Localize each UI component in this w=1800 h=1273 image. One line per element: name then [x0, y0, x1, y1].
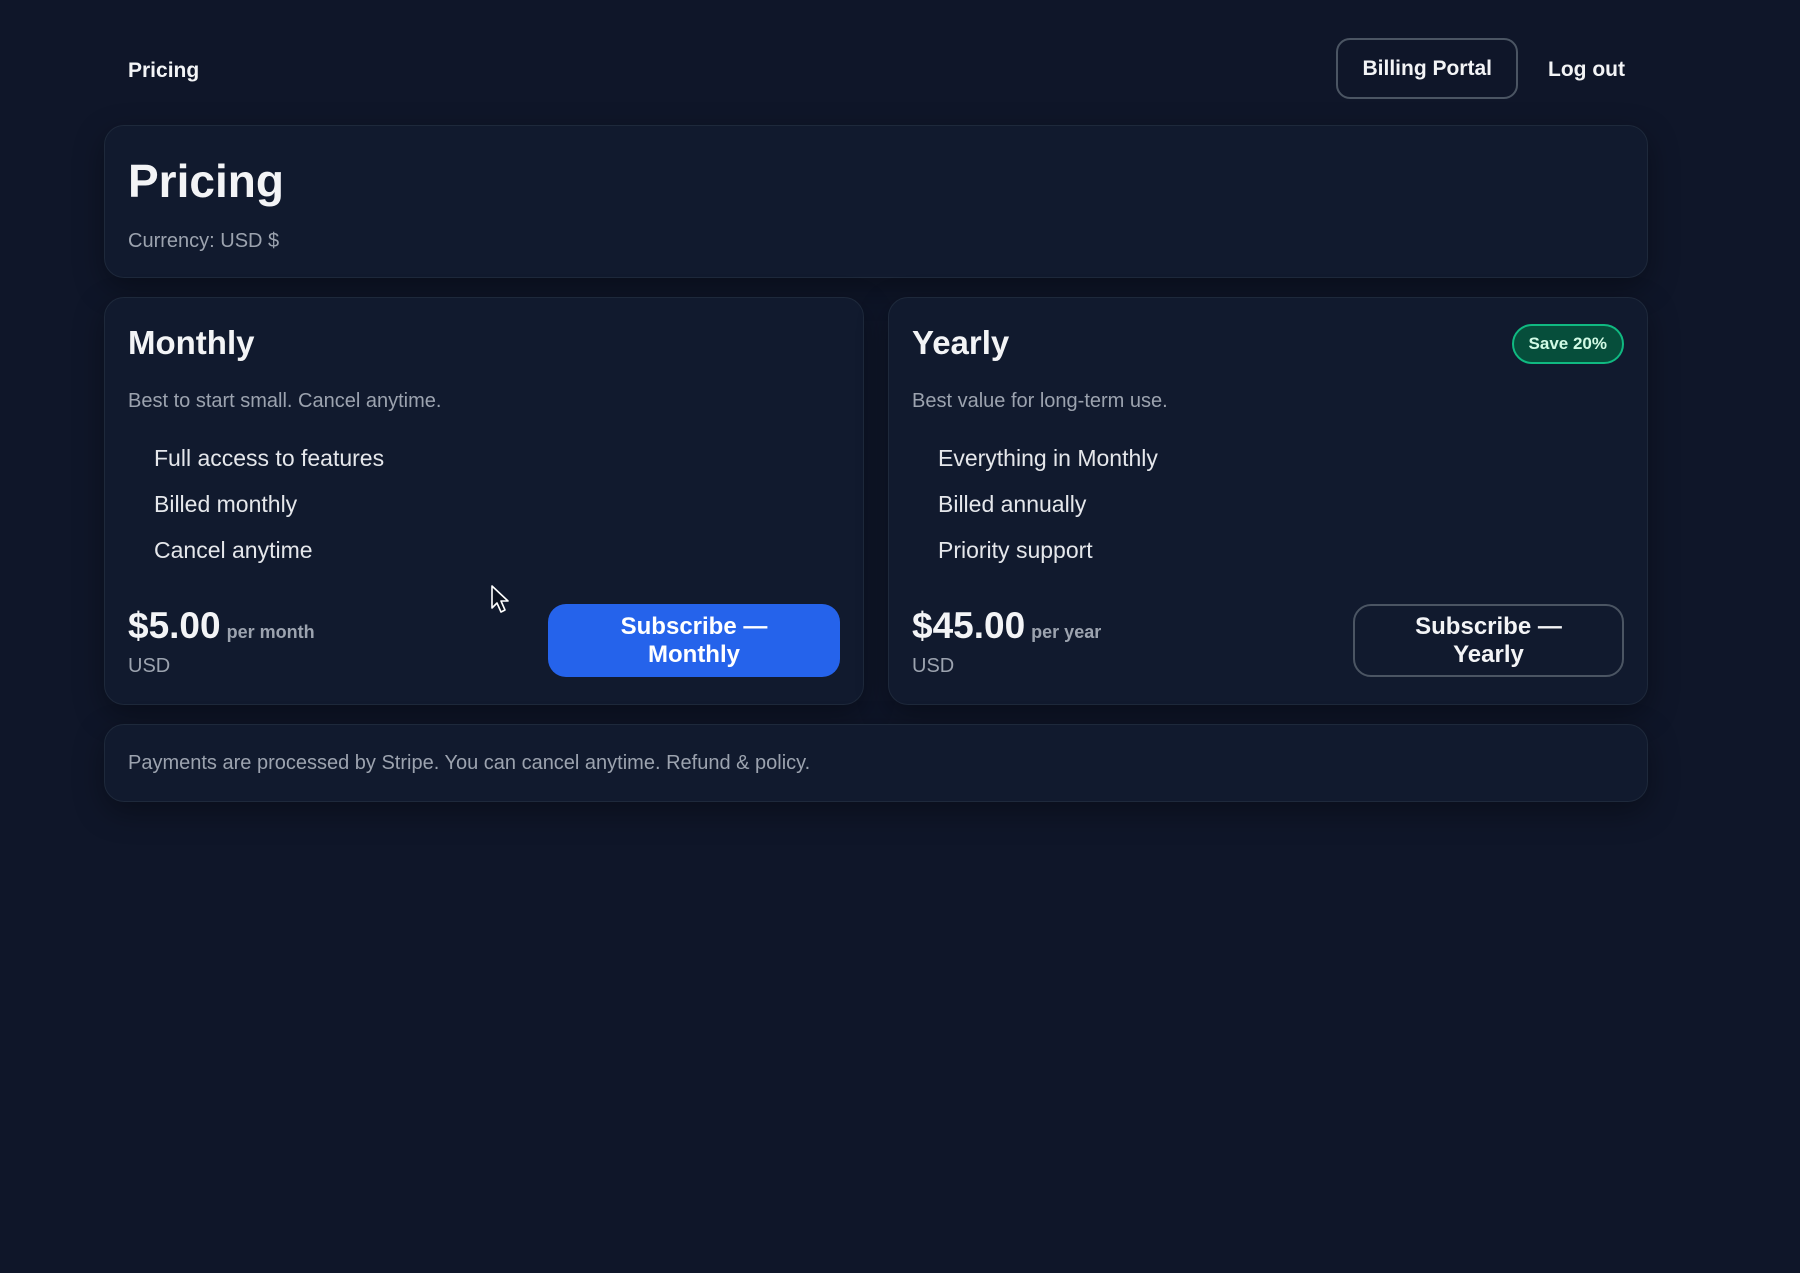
plan-card-monthly: Monthly Best to start small. Cancel anyt… [104, 297, 864, 705]
subscribe-monthly-button[interactable]: Subscribe — Monthly [548, 604, 840, 677]
price-amount: $5.00 [128, 605, 221, 646]
feature-item: Cancel anytime [154, 537, 313, 563]
logout-link[interactable]: Log out [1548, 38, 1625, 102]
pricing-page: Pricing Billing Portal Log out Pricing C… [0, 0, 1800, 1273]
feature-item: Everything in Monthly [938, 445, 1158, 471]
price-currency: USD [128, 655, 171, 677]
billing-portal-button[interactable]: Billing Portal [1336, 38, 1518, 99]
plan-name: Monthly [128, 324, 255, 361]
price-period: per year [1031, 622, 1102, 642]
top-nav: Pricing Billing Portal Log out [128, 38, 1625, 102]
footer-note-card: Payments are processed by Stripe. You ca… [104, 724, 1648, 802]
feature-item: Billed annually [938, 491, 1087, 517]
nav-brand[interactable]: Pricing [128, 59, 199, 83]
price-currency: USD [912, 655, 955, 677]
save-badge: Save 20% [1511, 324, 1624, 364]
plan-card-yearly: Yearly Save 20% Best value for long-term… [888, 297, 1648, 705]
feature-list: Everything in Monthly Billed annually Pr… [938, 444, 1158, 582]
feature-item: Billed monthly [154, 491, 298, 517]
feature-item: Priority support [938, 537, 1093, 563]
mouse-pointer-icon [491, 585, 509, 613]
feature-item: Full access to features [154, 445, 385, 471]
footer-note: Payments are processed by Stripe. You ca… [128, 752, 811, 774]
currency-label: Currency: USD $ [128, 230, 280, 252]
feature-list: Full access to features Billed monthly C… [154, 444, 384, 582]
price-block: $5.00 per month [128, 605, 315, 647]
page-title: Pricing [128, 155, 284, 207]
subscribe-yearly-button[interactable]: Subscribe — Yearly [1353, 604, 1624, 677]
pricing-header-card: Pricing Currency: USD $ [104, 125, 1648, 278]
price-block: $45.00 per year [912, 605, 1101, 647]
price-amount: $45.00 [912, 605, 1026, 646]
plan-description: Best to start small. Cancel anytime. [128, 390, 442, 412]
plan-description: Best value for long-term use. [912, 390, 1168, 412]
plan-name: Yearly [912, 324, 1010, 361]
price-period: per month [226, 622, 315, 642]
